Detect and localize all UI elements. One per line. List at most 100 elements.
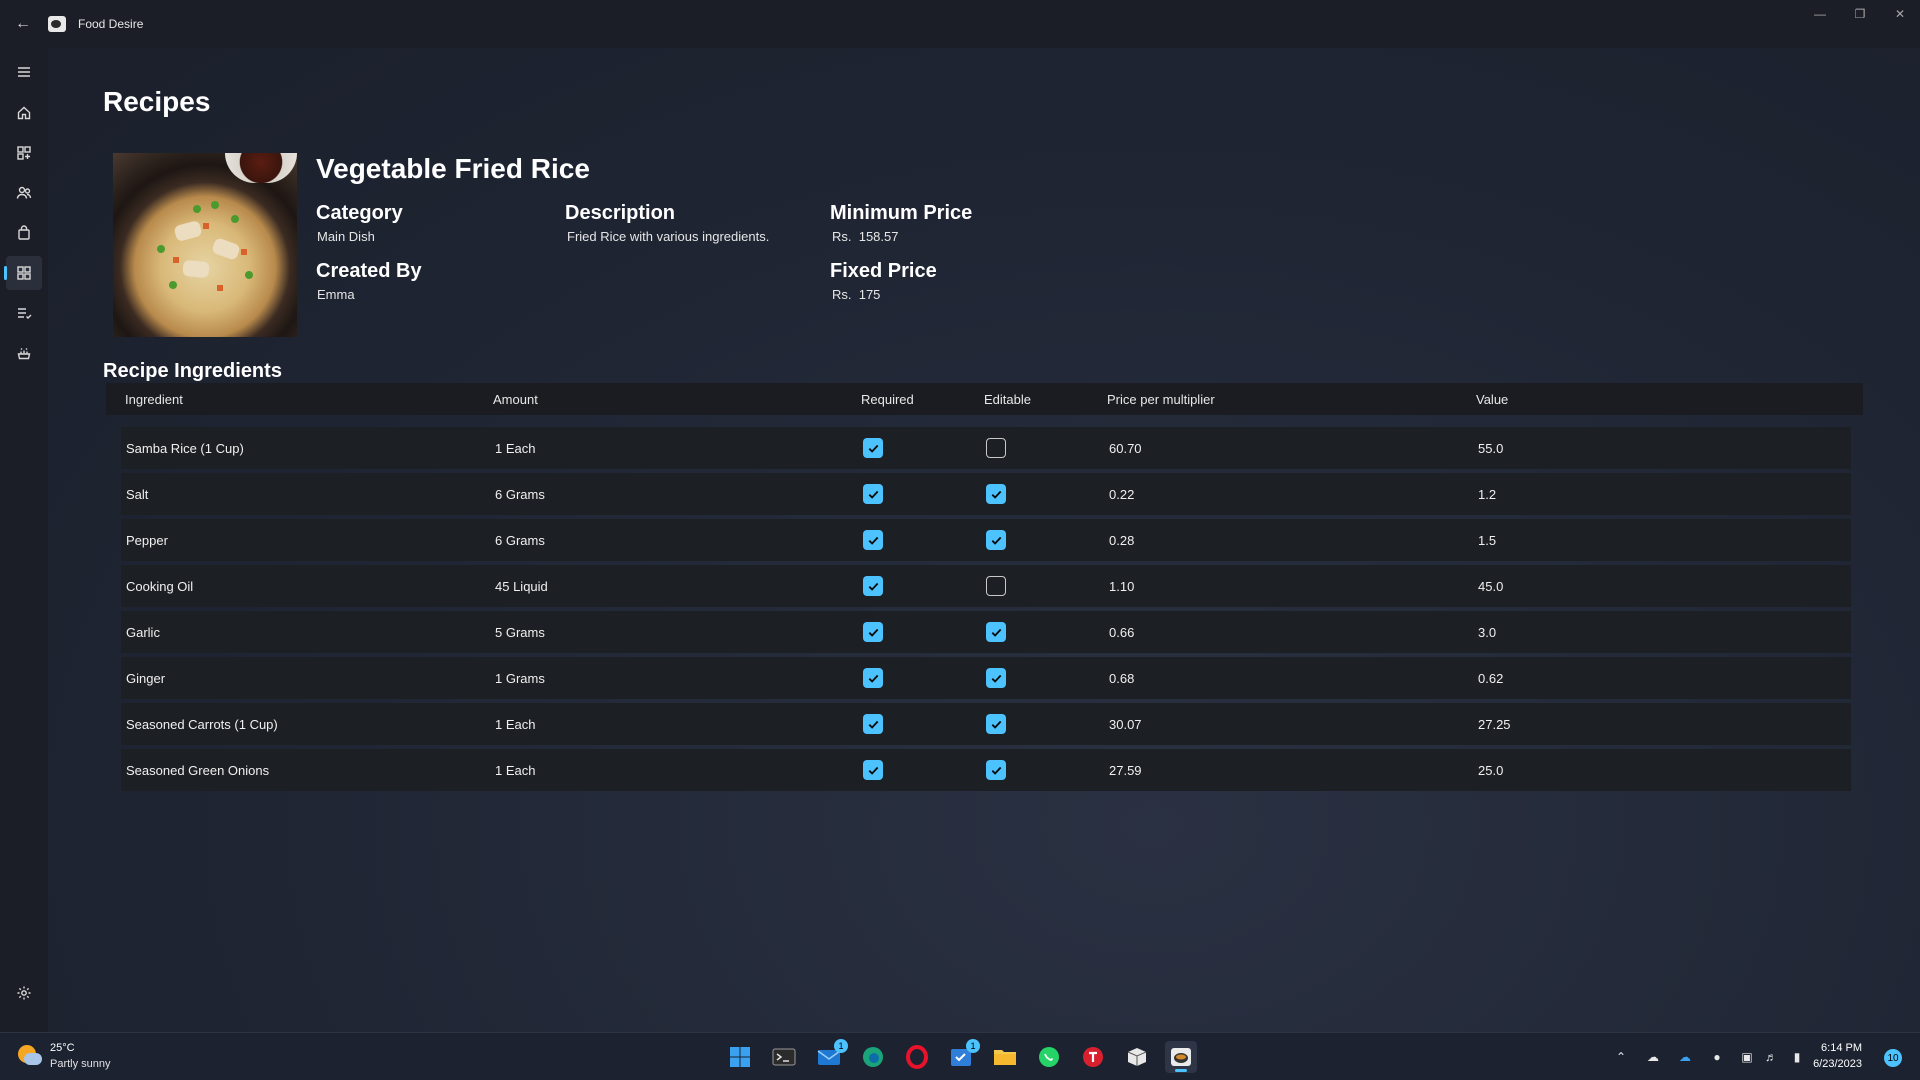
whatsapp-icon[interactable] [1033,1041,1065,1073]
app-logo-icon [48,16,66,32]
ingredient-amount: 45 Liquid [495,579,548,594]
minimize-icon[interactable]: — [1800,0,1840,28]
weather-temperature[interactable]: 25°C [50,1042,75,1054]
table-row[interactable]: Seasoned Carrots (1 Cup) 1 Each 30.07 27.25 [121,703,1851,745]
mail-icon[interactable]: 1 [813,1039,848,1073]
list-check-icon[interactable] [6,296,42,330]
cloud-icon[interactable]: ☁ [1643,1047,1663,1067]
editable-checkbox[interactable] [986,530,1006,550]
table-row[interactable]: Cooking Oil 45 Liquid 1.10 45.0 [121,565,1851,607]
home-icon[interactable] [6,96,42,130]
ingredient-price: 1.10 [1109,579,1135,594]
clock-time[interactable]: 6:14 PM [1782,1042,1862,1054]
ingredient-amount: 1 Each [495,441,536,456]
ingredient-price: 0.66 [1109,625,1135,640]
required-checkbox[interactable] [863,668,883,688]
created-by-label: Created By [316,260,422,282]
description-value: Fried Rice with various ingredients. [567,229,770,244]
editable-checkbox[interactable] [986,760,1006,780]
onedrive-icon[interactable]: ☁ [1675,1047,1695,1067]
table-row[interactable]: Pepper 6 Grams 0.28 1.5 [121,519,1851,561]
todo-badge: 1 [966,1039,980,1053]
fixed-price-label: Fixed Price [830,260,937,282]
min-price-value: Rs. 158.57 [832,229,899,244]
required-checkbox[interactable] [863,438,883,458]
gear-icon[interactable] [6,976,42,1010]
security-icon[interactable]: ● [1707,1047,1727,1067]
ingredient-name: Pepper [126,533,168,548]
ingredient-value: 3.0 [1478,625,1497,640]
column-header-price[interactable]: Price per multiplier [1107,392,1215,407]
food-icon[interactable] [6,336,42,370]
ingredient-price: 27.59 [1109,763,1142,778]
required-checkbox[interactable] [863,530,883,550]
bag-icon[interactable] [6,216,42,250]
recipe-name: Vegetable Fried Rice [316,153,590,184]
weather-icon[interactable] [18,1045,42,1069]
app-window: ← Food Desire — ❐ ✕ Recipes Vegetable Fr… [0,0,1920,1032]
pea-image [169,281,177,289]
column-header-editable[interactable]: Editable [984,392,1031,407]
restore-icon[interactable]: ❐ [1840,0,1880,28]
todo-icon[interactable]: 1 [945,1039,980,1073]
required-checkbox[interactable] [863,714,883,734]
pea-image [193,205,201,213]
back-button[interactable]: ← [0,0,46,48]
ingredient-name: Ginger [126,671,166,686]
apps-icon[interactable] [4,256,42,290]
table-row[interactable]: Samba Rice (1 Cup) 1 Each 60.70 55.0 [121,427,1851,469]
pea-image [157,245,165,253]
table-header: Ingredient Amount Required Editable Pric… [106,383,1863,415]
table-row[interactable]: Ginger 1 Grams 0.68 0.62 [121,657,1851,699]
app-title: Food Desire [78,17,144,31]
column-header-required[interactable]: Required [861,392,914,407]
column-header-amount[interactable]: Amount [493,392,538,407]
carrot-image [173,257,179,263]
edge-dev-icon[interactable] [857,1041,889,1073]
ingredient-value: 1.2 [1478,487,1497,502]
ingredient-name: Seasoned Carrots (1 Cup) [126,717,278,732]
ingredient-value: 45.0 [1478,579,1504,594]
box-icon[interactable] [1121,1041,1153,1073]
t-app-icon[interactable] [1077,1041,1109,1073]
editable-checkbox[interactable] [986,576,1006,596]
food-desire-icon[interactable] [1165,1041,1197,1073]
ingredient-amount: 6 Grams [495,487,545,502]
grid-add-icon[interactable] [6,136,42,170]
ingredient-price: 60.70 [1109,441,1142,456]
clock-date[interactable]: 6/23/2023 [1782,1058,1862,1070]
back-arrow-icon: ← [15,15,31,32]
pea-image [211,201,219,209]
required-checkbox[interactable] [863,576,883,596]
editable-checkbox[interactable] [986,484,1006,504]
ingredient-value: 1.5 [1478,533,1497,548]
opera-icon[interactable] [901,1041,933,1073]
required-checkbox[interactable] [863,622,883,642]
column-header-ingredient[interactable]: Ingredient [125,392,183,407]
network-icon[interactable]: ▣ [1737,1047,1757,1067]
weather-condition[interactable]: Partly sunny [50,1058,111,1070]
required-checkbox[interactable] [863,760,883,780]
table-row[interactable]: Salt 6 Grams 0.22 1.2 [121,473,1851,515]
terminal-icon[interactable] [768,1041,800,1073]
editable-checkbox[interactable] [986,668,1006,688]
table-row[interactable]: Garlic 5 Grams 0.66 3.0 [121,611,1851,653]
created-by-value: Emma [317,287,355,302]
required-checkbox[interactable] [863,484,883,504]
min-price-label: Minimum Price [830,202,973,224]
folder-icon[interactable] [989,1041,1021,1073]
windows-logo-icon[interactable] [724,1041,756,1073]
editable-checkbox[interactable] [986,622,1006,642]
chevron-up-icon[interactable]: ⌃ [1611,1047,1631,1067]
volume-icon[interactable]: ♬ [1761,1047,1781,1067]
editable-checkbox[interactable] [986,438,1006,458]
close-icon[interactable]: ✕ [1880,0,1920,28]
carrot-image [217,285,223,291]
people-icon[interactable] [6,176,42,210]
table-row[interactable]: Seasoned Green Onions 1 Each 27.59 25.0 [121,749,1851,791]
hamburger-icon[interactable] [6,55,42,89]
notification-badge[interactable]: 10 [1884,1049,1902,1067]
editable-checkbox[interactable] [986,714,1006,734]
column-header-value[interactable]: Value [1476,392,1508,407]
ingredient-name: Cooking Oil [126,579,194,594]
